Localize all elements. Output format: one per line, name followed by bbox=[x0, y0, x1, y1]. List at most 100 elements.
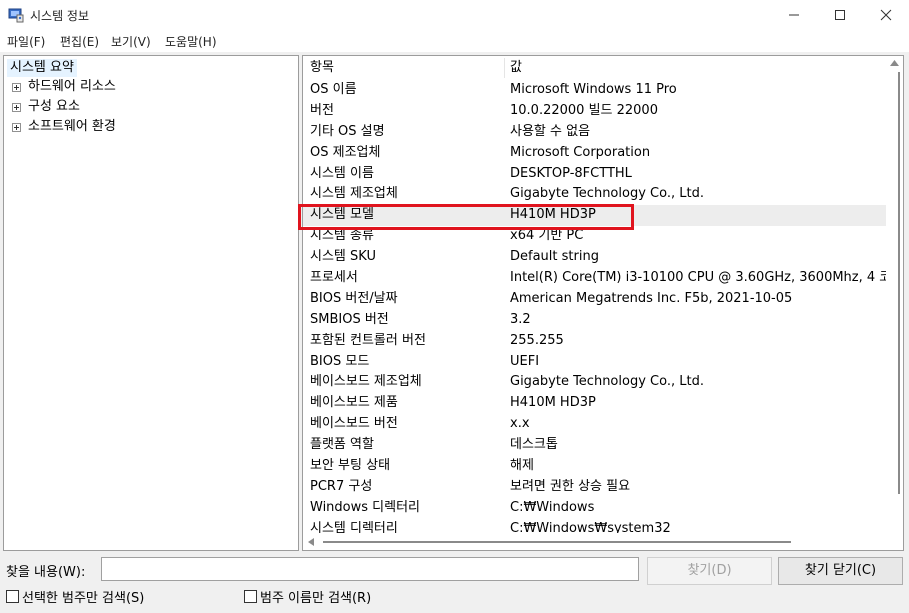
vertical-scrollbar[interactable] bbox=[886, 56, 903, 534]
table-row[interactable]: Windows 디렉터리 C:₩Windows bbox=[303, 498, 886, 519]
maximize-icon bbox=[835, 10, 845, 20]
cell-item: 베이스보드 버전 bbox=[310, 416, 398, 432]
table-row[interactable]: BIOS 버전/날짜 American Megatrends Inc. F5b, … bbox=[303, 289, 886, 310]
minimize-icon bbox=[789, 14, 799, 16]
menu-edit[interactable]: 편집(E) bbox=[60, 33, 99, 50]
cell-item: OS 이름 bbox=[310, 82, 357, 97]
table-row[interactable]: OS 제조업체 Microsoft Corporation bbox=[303, 143, 886, 164]
cell-item: 버전 bbox=[310, 102, 334, 118]
category-tree[interactable]: 시스템 요약 하드웨어 리소스 구성 요소 소프트웨어 환경 bbox=[3, 55, 299, 551]
table-row[interactable]: BIOS 모드 UEFI bbox=[303, 352, 886, 373]
expand-icon[interactable] bbox=[12, 83, 21, 92]
cell-item: 시스템 제조업체 bbox=[310, 186, 398, 202]
horizontal-scroll-thumb[interactable] bbox=[323, 541, 791, 543]
table-row[interactable]: 포함된 컨트롤러 버전 255.255 bbox=[303, 331, 886, 352]
table-row[interactable]: 시스템 SKU Default string bbox=[303, 247, 886, 268]
cell-value: Gigabyte Technology Co., Ltd. bbox=[510, 374, 704, 390]
cell-value: Default string bbox=[510, 249, 599, 265]
cell-item: 플랫폼 역할 bbox=[310, 437, 374, 453]
search-selected-category-checkbox[interactable]: 선택한 범주만 검색(S) bbox=[6, 590, 144, 606]
scroll-left-icon[interactable] bbox=[308, 538, 314, 546]
column-divider[interactable] bbox=[504, 58, 505, 78]
column-header-value[interactable]: 값 bbox=[510, 56, 522, 80]
cell-value: x.x bbox=[510, 416, 530, 432]
title-bar: 시스템 정보 bbox=[0, 0, 909, 30]
cell-value: 255.255 bbox=[510, 332, 564, 348]
find-input[interactable] bbox=[101, 557, 639, 581]
tree-item-components[interactable]: 구성 요소 bbox=[28, 98, 80, 116]
scroll-up-icon[interactable] bbox=[890, 60, 899, 66]
tree-item-software-environment[interactable]: 소프트웨어 환경 bbox=[28, 118, 116, 136]
column-header-item[interactable]: 항목 bbox=[310, 56, 334, 80]
checkbox-icon[interactable] bbox=[244, 590, 257, 603]
cell-item: 기타 OS 설명 bbox=[310, 123, 385, 139]
find-label: 찾을 내용(W): bbox=[6, 565, 86, 580]
cell-item: 보안 부팅 상태 bbox=[310, 458, 391, 474]
cell-item: SMBIOS 버전 bbox=[310, 311, 389, 327]
table-row[interactable]: 플랫폼 역할 데스크톱 bbox=[303, 435, 886, 456]
search-category-names-label: 범주 이름만 검색(R) bbox=[260, 591, 372, 606]
table-row[interactable]: 버전 10.0.22000 빌드 22000 bbox=[303, 101, 886, 122]
cell-value: 3.2 bbox=[510, 311, 531, 327]
table-row[interactable]: 보안 부팅 상태 해제 bbox=[303, 456, 886, 477]
cell-item: BIOS 모드 bbox=[310, 353, 370, 369]
close-button[interactable] bbox=[863, 0, 909, 30]
cell-value: 10.0.22000 빌드 22000 bbox=[510, 102, 658, 118]
cell-value: Intel(R) Core(TM) i3-10100 CPU @ 3.60GHz… bbox=[510, 270, 886, 286]
cell-item: 포함된 컨트롤러 버전 bbox=[310, 332, 426, 348]
cell-value: 해제 bbox=[510, 458, 534, 474]
cell-value: 보려면 권한 상승 필요 bbox=[510, 478, 631, 494]
table-row[interactable]: 베이스보드 버전 x.x bbox=[303, 414, 886, 435]
horizontal-scrollbar[interactable] bbox=[303, 533, 886, 550]
find-button[interactable]: 찾기(D) bbox=[647, 557, 772, 585]
details-rows: OS 이름 Microsoft Windows 11 Pro 버전 10.0.2200… bbox=[303, 80, 886, 535]
checkbox-icon[interactable] bbox=[6, 590, 19, 603]
cell-value: DESKTOP-8FCTTHL bbox=[510, 165, 632, 181]
table-row[interactable]: OS 이름 Microsoft Windows 11 Pro bbox=[303, 80, 886, 101]
cell-value: UEFI bbox=[510, 353, 540, 369]
cell-value: 사용할 수 없음 bbox=[510, 123, 591, 139]
table-row[interactable]: SMBIOS 버전 3.2 bbox=[303, 310, 886, 331]
maximize-button[interactable] bbox=[817, 0, 863, 30]
table-row[interactable]: 프로세서 Intel(R) Core(TM) i3-10100 CPU @ 3.6… bbox=[303, 268, 886, 289]
table-row[interactable]: 베이스보드 제조업체 Gigabyte Technology Co., Ltd. bbox=[303, 372, 886, 393]
table-row[interactable]: 시스템 이름 DESKTOP-8FCTTHL bbox=[303, 164, 886, 185]
window-title: 시스템 정보 bbox=[30, 9, 90, 23]
cell-item: 시스템 SKU bbox=[310, 249, 376, 265]
cell-value: Microsoft Corporation bbox=[510, 144, 651, 160]
menu-help[interactable]: 도움말(H) bbox=[165, 33, 217, 50]
menu-bar: 파일(F) 편집(E) 보기(V) 도움말(H) bbox=[0, 30, 909, 52]
cell-item: 시스템 이름 bbox=[310, 165, 374, 181]
cell-item: Windows 디렉터리 bbox=[310, 499, 421, 515]
menu-file[interactable]: 파일(F) bbox=[7, 33, 45, 50]
minimize-button[interactable] bbox=[771, 0, 817, 30]
cell-value: American Megatrends Inc. F5b, 2021-10-05 bbox=[510, 290, 793, 306]
cell-value: 데스크톱 bbox=[510, 437, 558, 453]
cell-value: H410M HD3P bbox=[510, 395, 596, 411]
tree-item-system-summary[interactable]: 시스템 요약 bbox=[7, 59, 77, 77]
cell-item: BIOS 버전/날짜 bbox=[310, 290, 398, 306]
system-info-icon bbox=[8, 8, 24, 23]
table-row[interactable]: 베이스보드 제품 H410M HD3P bbox=[303, 393, 886, 414]
search-selected-category-label: 선택한 범주만 검색(S) bbox=[22, 591, 145, 606]
expand-icon[interactable] bbox=[12, 103, 21, 112]
vertical-scroll-thumb[interactable] bbox=[898, 72, 900, 494]
cell-item: PCR7 구성 bbox=[310, 478, 373, 494]
menu-view[interactable]: 보기(V) bbox=[111, 33, 151, 50]
cell-item: 베이스보드 제품 bbox=[310, 395, 398, 411]
close-find-button[interactable]: 찾기 닫기(C) bbox=[778, 557, 903, 585]
cell-value: Gigabyte Technology Co., Ltd. bbox=[510, 186, 704, 202]
details-list[interactable]: 항목 값 OS 이름 Microsoft Windows 11 Pro 버전 10.0… bbox=[302, 55, 904, 551]
cell-item: 베이스보드 제조업체 bbox=[310, 374, 422, 390]
cell-value: Microsoft Windows 11 Pro bbox=[510, 82, 677, 97]
expand-icon[interactable] bbox=[12, 123, 21, 132]
search-category-names-checkbox[interactable]: 범주 이름만 검색(R) bbox=[244, 590, 371, 606]
table-row[interactable]: 기타 OS 설명 사용할 수 없음 bbox=[303, 122, 886, 143]
tree-item-hardware-resources[interactable]: 하드웨어 리소스 bbox=[28, 78, 116, 96]
highlight-box bbox=[298, 204, 634, 230]
table-row[interactable]: PCR7 구성 보려면 권한 상승 필요 bbox=[303, 477, 886, 498]
table-row[interactable]: 시스템 제조업체 Gigabyte Technology Co., Ltd. bbox=[303, 184, 886, 205]
cell-value: C:₩Windows bbox=[510, 499, 595, 515]
cell-item: 프로세서 bbox=[310, 270, 358, 286]
close-icon bbox=[880, 9, 892, 21]
